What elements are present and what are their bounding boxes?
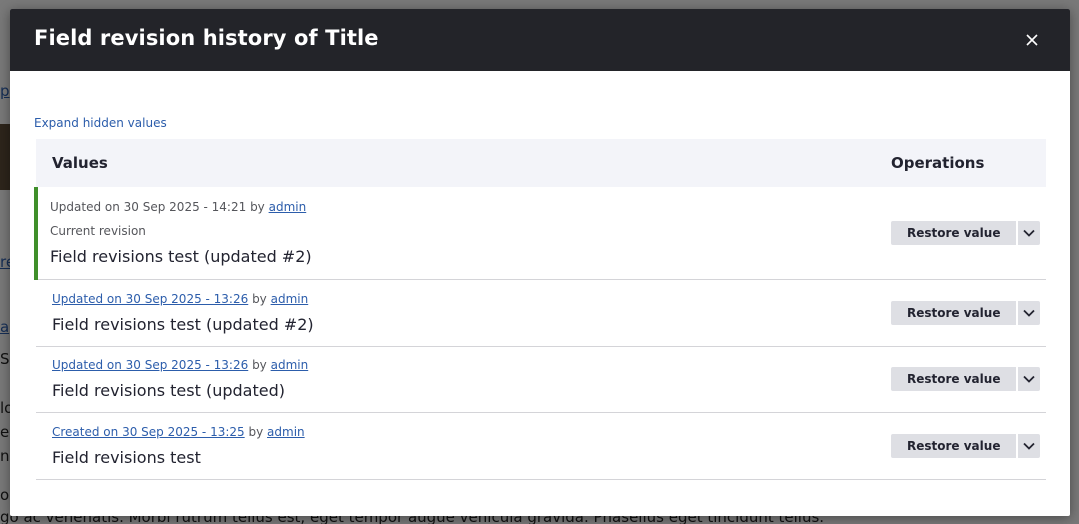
values-cell: Created on 30 Sep 2025 - 13:25 by admin … (36, 412, 891, 480)
revision-date: Updated on 30 Sep 2025 - 14:21 (50, 200, 247, 215)
table-row: Updated on 30 Sep 2025 - 13:26 by admin … (36, 346, 1046, 413)
operations-cell: Restore value (891, 279, 1046, 347)
chevron-down-icon (1023, 229, 1036, 237)
dropbutton-toggle[interactable] (1016, 433, 1041, 458)
restore-value-button[interactable]: Restore value (891, 433, 1017, 458)
dropbutton-toggle[interactable] (1016, 367, 1041, 391)
current-revision-label: Current revision (50, 224, 146, 239)
restore-dropbutton: Restore value (891, 433, 1041, 458)
table-row: Updated on 30 Sep 2025 - 14:21 by admin … (34, 187, 1046, 280)
restore-dropbutton: Restore value (891, 220, 1041, 245)
revision-author-link[interactable]: admin (269, 200, 307, 214)
revision-author-link[interactable]: admin (267, 425, 305, 439)
column-header-operations: Operations (891, 139, 1046, 187)
column-header-values: Values (36, 139, 891, 187)
revision-author-link[interactable]: admin (271, 358, 309, 372)
revision-value: Field revisions test (52, 447, 201, 467)
table-header-row: Values Operations (36, 139, 1046, 187)
chevron-down-icon (1023, 309, 1036, 317)
revision-meta: Updated on 30 Sep 2025 - 14:21 by admin (50, 200, 891, 214)
revision-history-dialog: Field revision history of Title Expand h… (10, 9, 1070, 516)
table-row: Updated on 30 Sep 2025 - 13:26 by admin … (36, 279, 1046, 347)
operations-cell: Restore value (891, 346, 1046, 413)
revision-date-link[interactable]: Updated on 30 Sep 2025 - 13:26 (52, 292, 248, 306)
revision-by-label: by (248, 291, 271, 306)
revision-by-label: by (246, 200, 269, 215)
values-cell: Updated on 30 Sep 2025 - 13:26 by admin … (36, 279, 891, 347)
revision-table: Values Operations Updated on 30 Sep 2025… (34, 139, 1046, 480)
close-icon (1026, 34, 1038, 46)
revision-date-link[interactable]: Updated on 30 Sep 2025 - 13:26 (52, 358, 248, 372)
operations-cell: Restore value (891, 187, 1046, 280)
table-row: Created on 30 Sep 2025 - 13:25 by admin … (36, 412, 1046, 480)
revision-author-link[interactable]: admin (271, 292, 309, 306)
revision-by-label: by (248, 358, 271, 372)
dialog-body: Expand hidden values Values Operations U… (34, 112, 1046, 480)
dropbutton-toggle[interactable] (1016, 300, 1041, 325)
dialog-title: Field revision history of Title (34, 26, 379, 50)
restore-value-button[interactable]: Restore value (891, 220, 1017, 245)
expand-hidden-values-link[interactable]: Expand hidden values (34, 116, 167, 130)
values-cell: Updated on 30 Sep 2025 - 14:21 by admin … (34, 187, 891, 280)
revision-by-label: by (244, 424, 268, 439)
revision-value: Field revisions test (updated) (52, 381, 285, 400)
operations-cell: Restore value (891, 412, 1046, 480)
chevron-down-icon (1023, 442, 1036, 450)
revision-date-link[interactable]: Created on 30 Sep 2025 - 13:25 (52, 425, 245, 439)
values-cell: Updated on 30 Sep 2025 - 13:26 by admin … (36, 346, 891, 413)
restore-dropbutton: Restore value (891, 367, 1041, 391)
dropbutton-toggle[interactable] (1016, 220, 1041, 245)
restore-value-button[interactable]: Restore value (891, 367, 1017, 391)
revision-meta: Updated on 30 Sep 2025 - 13:26 by admin (52, 358, 891, 372)
revision-value: Field revisions test (updated #2) (50, 247, 312, 267)
close-button[interactable] (1020, 28, 1044, 52)
restore-value-button[interactable]: Restore value (891, 300, 1017, 325)
revision-value: Field revisions test (updated #2) (52, 314, 314, 334)
revision-meta: Updated on 30 Sep 2025 - 13:26 by admin (52, 292, 891, 306)
dialog-header: Field revision history of Title (10, 9, 1070, 71)
restore-dropbutton: Restore value (891, 300, 1041, 325)
chevron-down-icon (1023, 375, 1036, 383)
revision-meta: Created on 30 Sep 2025 - 13:25 by admin (52, 425, 891, 439)
